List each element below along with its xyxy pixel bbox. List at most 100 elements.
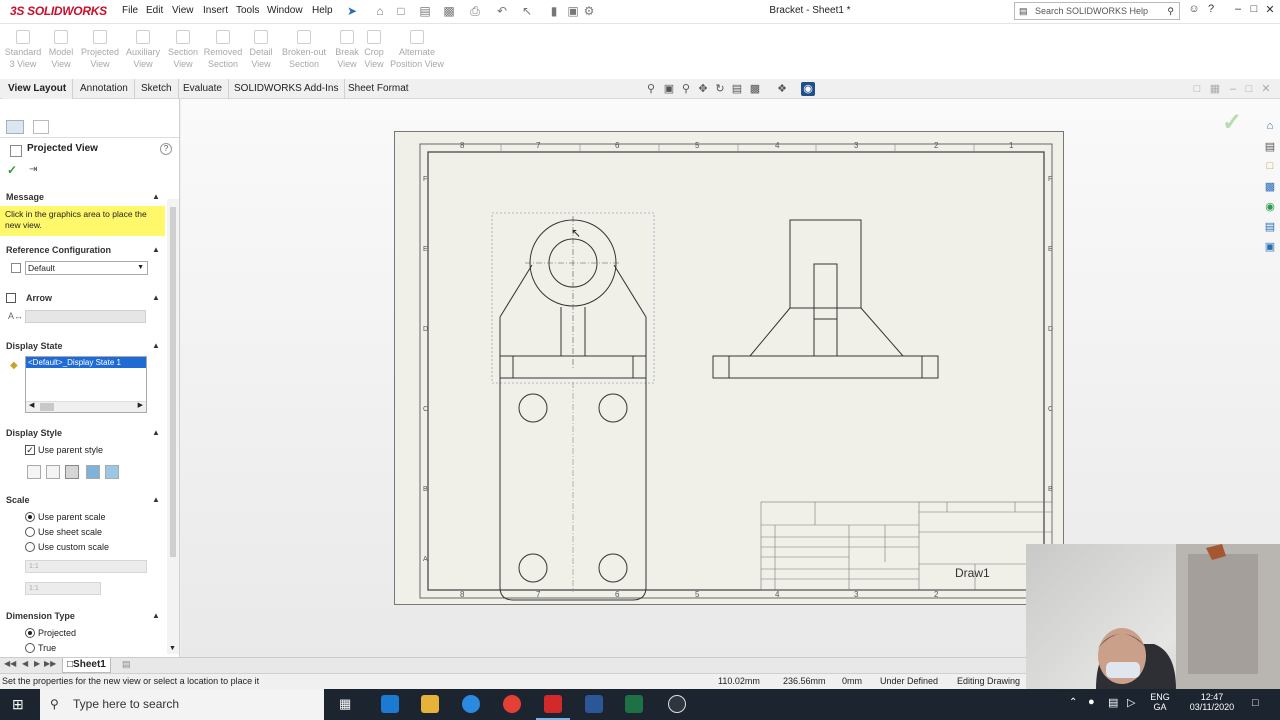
options-gear-icon[interactable]: ⚙: [582, 4, 596, 18]
magnifier-icon[interactable]: ⚲: [1167, 3, 1174, 19]
broken-out-section-button[interactable]: Broken-out Section: [280, 30, 328, 70]
add-sheet-icon[interactable]: ▤: [122, 659, 131, 670]
user-icon[interactable]: ☺: [1186, 3, 1202, 19]
pan-icon[interactable]: ✥: [696, 82, 710, 96]
shaded-with-edges-icon[interactable]: [86, 465, 100, 479]
scroll-thumb[interactable]: [40, 403, 54, 411]
tab-sheet1[interactable]: □Sheet1: [62, 658, 111, 673]
model-view-button[interactable]: Model View: [40, 30, 82, 70]
tab-nav-last-icon[interactable]: ▶▶: [44, 659, 56, 668]
excel-icon[interactable]: [625, 695, 643, 713]
alternate-position-view-button[interactable]: Alternate Position View: [386, 30, 448, 70]
confirmation-corner-check-icon[interactable]: ✓: [1222, 108, 1242, 137]
taskbar-search-box[interactable]: ⚲ Type here to search: [40, 689, 324, 720]
tab-nav-first-icon[interactable]: ◀◀: [4, 659, 16, 668]
menu-file[interactable]: File: [122, 5, 138, 16]
menu-tools[interactable]: Tools: [236, 5, 259, 16]
projected-view-button[interactable]: Projected View: [79, 30, 121, 70]
property-manager-tab-icon[interactable]: [33, 120, 49, 134]
view-palette-icon[interactable]: ▩: [1262, 180, 1278, 200]
custom-properties-icon[interactable]: ▤: [1262, 220, 1278, 240]
maximize-button[interactable]: □: [1246, 3, 1262, 19]
menu-window[interactable]: Window: [267, 5, 303, 16]
panel-scroll-thumb[interactable]: [170, 207, 176, 557]
projected-radio[interactable]: [25, 628, 35, 638]
tab-nav-prev-icon[interactable]: ◀: [22, 659, 28, 668]
hidden-lines-visible-icon[interactable]: [46, 465, 60, 479]
collapse-caret-icon[interactable]: ▲: [152, 428, 160, 437]
help-question-icon[interactable]: ?: [1203, 3, 1219, 19]
help-search-input[interactable]: ▤ Search SOLIDWORKS Help ⚲: [1014, 2, 1180, 20]
microphone-icon[interactable]: ●: [1088, 696, 1095, 708]
save-icon[interactable]: ▩: [442, 4, 456, 18]
use-parent-scale-radio[interactable]: [25, 512, 35, 522]
volume-icon[interactable]: ▷: [1127, 696, 1135, 709]
use-parent-style-checkbox[interactable]: ✓: [25, 445, 35, 455]
rotate-icon[interactable]: ↻: [713, 82, 727, 96]
tab-view-layout[interactable]: View Layout: [2, 79, 74, 99]
tab-sketch[interactable]: Sketch: [135, 79, 179, 99]
hidden-lines-removed-icon[interactable]: [65, 465, 79, 479]
pushpin-icon[interactable]: ⇥: [29, 164, 37, 175]
file-properties-icon[interactable]: ▣: [566, 4, 580, 18]
arrow-label-field[interactable]: [25, 310, 146, 323]
feature-manager-tab-icon[interactable]: [6, 120, 24, 134]
display-style-icon[interactable]: ▩: [748, 82, 762, 96]
network-icon[interactable]: ▤: [1108, 696, 1118, 709]
minimize-button[interactable]: –: [1230, 3, 1246, 19]
collapse-caret-icon[interactable]: ▲: [152, 245, 160, 254]
appearances-icon[interactable]: ◉: [1262, 200, 1278, 220]
file-explorer-icon[interactable]: □: [1262, 160, 1278, 180]
viewport-close-icon[interactable]: ✕: [1259, 82, 1273, 96]
drawing-sheet[interactable]: 8 7 6 5 4 3 2 1 8 7 6 5 4 3 2 F E D C B …: [394, 131, 1064, 605]
configuration-select[interactable]: Default ▼: [25, 261, 148, 275]
use-custom-scale-radio[interactable]: [25, 542, 35, 552]
select-icon[interactable]: ↖: [520, 4, 534, 18]
tab-solidworks-add-ins[interactable]: SOLIDWORKS Add-Ins: [228, 79, 346, 99]
detail-view-button[interactable]: Detail View: [240, 30, 282, 70]
view-settings-icon[interactable]: ❖: [775, 82, 789, 96]
language-indicator[interactable]: ENG GA: [1149, 692, 1171, 712]
screen-capture-icon[interactable]: ◉: [801, 82, 815, 96]
pin-icon[interactable]: ➤: [345, 4, 359, 18]
tab-annotation[interactable]: Annotation: [74, 79, 135, 99]
close-button[interactable]: ✕: [1262, 3, 1278, 19]
panel-scrollbar[interactable]: ▼: [167, 199, 179, 654]
display-state-item[interactable]: <Default>_Display State 1: [26, 357, 146, 368]
viewport-restore-icon[interactable]: □: [1190, 82, 1204, 96]
rebuild-icon[interactable]: ▮: [547, 4, 561, 18]
menu-edit[interactable]: Edit: [146, 5, 163, 16]
design-library-icon[interactable]: ▤: [1262, 140, 1278, 160]
menu-view[interactable]: View: [172, 5, 194, 16]
scroll-down-icon[interactable]: ▼: [169, 645, 176, 652]
tab-nav-next-icon[interactable]: ▶: [34, 659, 40, 668]
viewport-minimize-icon[interactable]: –: [1226, 82, 1240, 96]
viewport-tile-icon[interactable]: ▦: [1208, 82, 1222, 96]
help-icon[interactable]: ?: [160, 143, 172, 155]
notifications-icon[interactable]: □: [1252, 697, 1259, 709]
windows-start-icon[interactable]: ⊞: [12, 696, 28, 712]
zoom-to-fit-icon[interactable]: ⚲: [644, 82, 658, 96]
solidworks-resources-icon[interactable]: ⌂: [1262, 120, 1278, 140]
wireframe-icon[interactable]: [27, 465, 41, 479]
undo-icon[interactable]: ↶: [495, 4, 509, 18]
obs-icon[interactable]: [668, 695, 686, 713]
horizontal-scrollbar[interactable]: ◀ ▶: [26, 401, 146, 412]
use-sheet-scale-radio[interactable]: [25, 527, 35, 537]
auxiliary-view-button[interactable]: Auxiliary View: [122, 30, 164, 70]
custom-scale-select[interactable]: 1:1: [25, 560, 147, 573]
standard-3-view-button[interactable]: Standard 3 View: [2, 30, 44, 70]
solidworks-taskbar-icon[interactable]: [544, 695, 562, 713]
section-view-button[interactable]: Section View: [162, 30, 204, 70]
chrome-icon[interactable]: [503, 695, 521, 713]
collapse-caret-icon[interactable]: ▲: [152, 495, 160, 504]
scroll-left-icon[interactable]: ◀: [29, 401, 34, 409]
scroll-right-icon[interactable]: ▶: [138, 401, 143, 409]
file-explorer-taskbar-icon[interactable]: [421, 695, 439, 713]
true-radio[interactable]: [25, 643, 35, 653]
home-icon[interactable]: ⌂: [373, 4, 387, 18]
tab-evaluate[interactable]: Evaluate: [177, 79, 229, 99]
removed-section-button[interactable]: Removed Section: [202, 30, 244, 70]
collapse-caret-icon[interactable]: ▲: [152, 293, 160, 302]
new-document-icon[interactable]: □: [394, 4, 408, 18]
